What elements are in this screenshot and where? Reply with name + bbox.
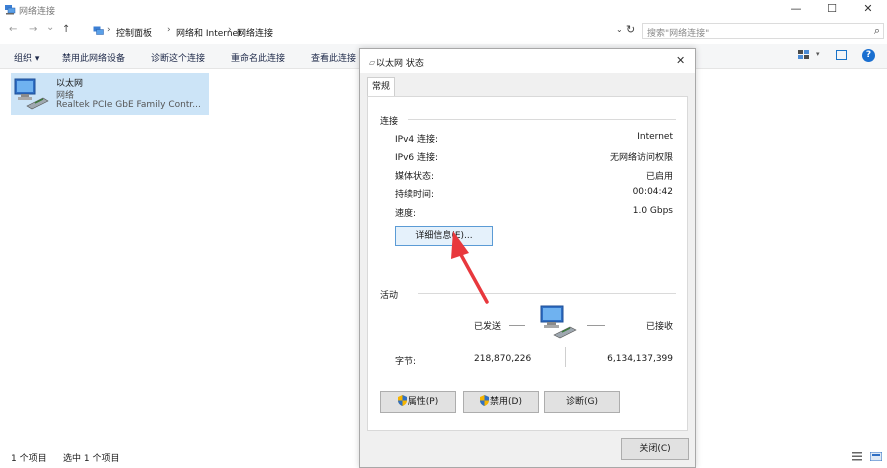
duration-value: 00:04:42 xyxy=(632,187,673,197)
minimize-button[interactable]: — xyxy=(782,2,810,18)
breadcrumb-network-internet[interactable]: 网络和 Internet xyxy=(176,26,242,39)
address-bar[interactable]: › 控制面板 › 网络和 Internet › 网络连接 xyxy=(89,23,637,39)
window-title: 网络连接 xyxy=(19,7,56,17)
status-selected-count: 选中 1 个项目 xyxy=(63,454,120,464)
preview-pane-icon[interactable] xyxy=(836,50,847,60)
diagnose-connection-button[interactable]: 诊断这个连接 xyxy=(151,51,205,64)
speed-value: 1.0 Gbps xyxy=(632,206,673,216)
address-dropdown-icon[interactable]: ⌄ xyxy=(616,25,623,34)
media-state-value: 已启用 xyxy=(645,172,673,182)
ipv4-label: IPv4 连接: xyxy=(395,135,439,145)
bytes-label: 字节: xyxy=(395,357,417,367)
title-bar: 网络连接 — ☐ ✕ xyxy=(0,0,887,20)
breadcrumb-control-panel[interactable]: 控制面板 xyxy=(116,26,152,39)
disable-button[interactable]: 禁用(D) xyxy=(463,391,539,413)
close-button[interactable]: ✕ xyxy=(854,2,882,18)
diagnose-button[interactable]: 诊断(G) xyxy=(544,391,620,413)
breadcrumb-separator: › xyxy=(107,25,111,35)
view-status-button[interactable]: 查看此连接 xyxy=(311,51,356,64)
ipv6-value: 无网络访问权限 xyxy=(609,153,673,163)
bytes-divider xyxy=(565,347,566,367)
dialog-close-icon[interactable]: ✕ xyxy=(676,54,685,67)
change-view-icon[interactable] xyxy=(798,50,810,60)
media-state-label: 媒体状态: xyxy=(395,172,435,182)
dialog-title-bar: ▱ 以太网 状态 ✕ xyxy=(360,49,695,73)
recent-locations-icon[interactable]: ⌄ xyxy=(46,22,54,33)
connection-section-label: 连接 xyxy=(380,117,399,127)
sent-bytes-value: 218,870,226 xyxy=(474,354,532,364)
status-item-count: 1 个项目 xyxy=(11,454,47,464)
ethernet-status-dialog: ▱ 以太网 状态 ✕ 常规 连接 IPv4 连接: Internet IPv6 … xyxy=(359,48,696,468)
network-activity-icon xyxy=(540,305,577,339)
sent-line xyxy=(509,325,525,326)
activity-section-label: 活动 xyxy=(380,291,399,301)
uac-shield-icon xyxy=(480,395,490,406)
speed-label: 速度: xyxy=(395,209,417,219)
ethernet-cable-icon: ▱ xyxy=(369,58,376,67)
view-options-dropdown-icon[interactable]: ▾ xyxy=(816,50,820,58)
refresh-icon[interactable]: ↻ xyxy=(626,23,635,36)
search-box[interactable]: 搜索"网络连接" ⌕ xyxy=(642,23,884,39)
details-view-icon[interactable] xyxy=(852,452,862,461)
breadcrumb-separator: › xyxy=(167,25,171,35)
sent-label: 已发送 xyxy=(474,322,502,332)
received-bytes-value: 6,134,137,399 xyxy=(607,354,673,364)
received-line xyxy=(587,325,605,326)
disable-button-label: 禁用(D) xyxy=(490,397,522,407)
ipv6-label: IPv6 连接: xyxy=(395,153,439,163)
dialog-close-button[interactable]: 关闭(C) xyxy=(621,438,689,460)
adapter-device: Realtek PCIe GbE Family Contr... xyxy=(56,100,201,110)
maximize-button[interactable]: ☐ xyxy=(818,2,846,18)
uac-shield-icon xyxy=(397,395,407,406)
rename-connection-button[interactable]: 重命名此连接 xyxy=(231,51,285,64)
duration-label: 持续时间: xyxy=(395,190,435,200)
received-label: 已接收 xyxy=(645,322,673,332)
large-icons-view-icon[interactable] xyxy=(870,452,882,461)
tab-general[interactable]: 常规 xyxy=(367,77,395,96)
up-arrow-icon[interactable]: ↑ xyxy=(62,24,70,35)
ethernet-adapter-icon xyxy=(14,78,49,110)
annotation-arrow-icon xyxy=(451,231,489,304)
back-arrow-icon[interactable]: ← xyxy=(9,24,17,35)
breadcrumb-separator: › xyxy=(228,25,232,35)
search-icon[interactable]: ⌕ xyxy=(874,24,880,38)
breadcrumb-network-connections[interactable]: 网络连接 xyxy=(237,26,273,39)
network-connections-icon xyxy=(5,5,16,15)
forward-arrow-icon[interactable]: → xyxy=(29,24,37,35)
adapter-item-ethernet[interactable]: 以太网 网络 Realtek PCIe GbE Family Contr... xyxy=(11,73,209,115)
general-tab-panel: 连接 IPv4 连接: Internet IPv6 连接: 无网络访问权限 媒体… xyxy=(367,96,688,431)
organize-menu[interactable]: 组织 ▾ xyxy=(14,51,39,64)
search-input[interactable]: 搜索"网络连接" xyxy=(647,26,709,39)
ipv4-value: Internet xyxy=(637,132,673,142)
disable-device-button[interactable]: 禁用此网络设备 xyxy=(62,51,125,64)
control-panel-icon xyxy=(93,26,104,35)
connection-section-divider xyxy=(408,119,676,120)
dialog-title: 以太网 状态 xyxy=(376,59,424,69)
help-icon[interactable]: ? xyxy=(862,49,875,62)
properties-button[interactable]: 属性(P) xyxy=(380,391,456,413)
properties-button-label: 属性(P) xyxy=(407,397,439,407)
